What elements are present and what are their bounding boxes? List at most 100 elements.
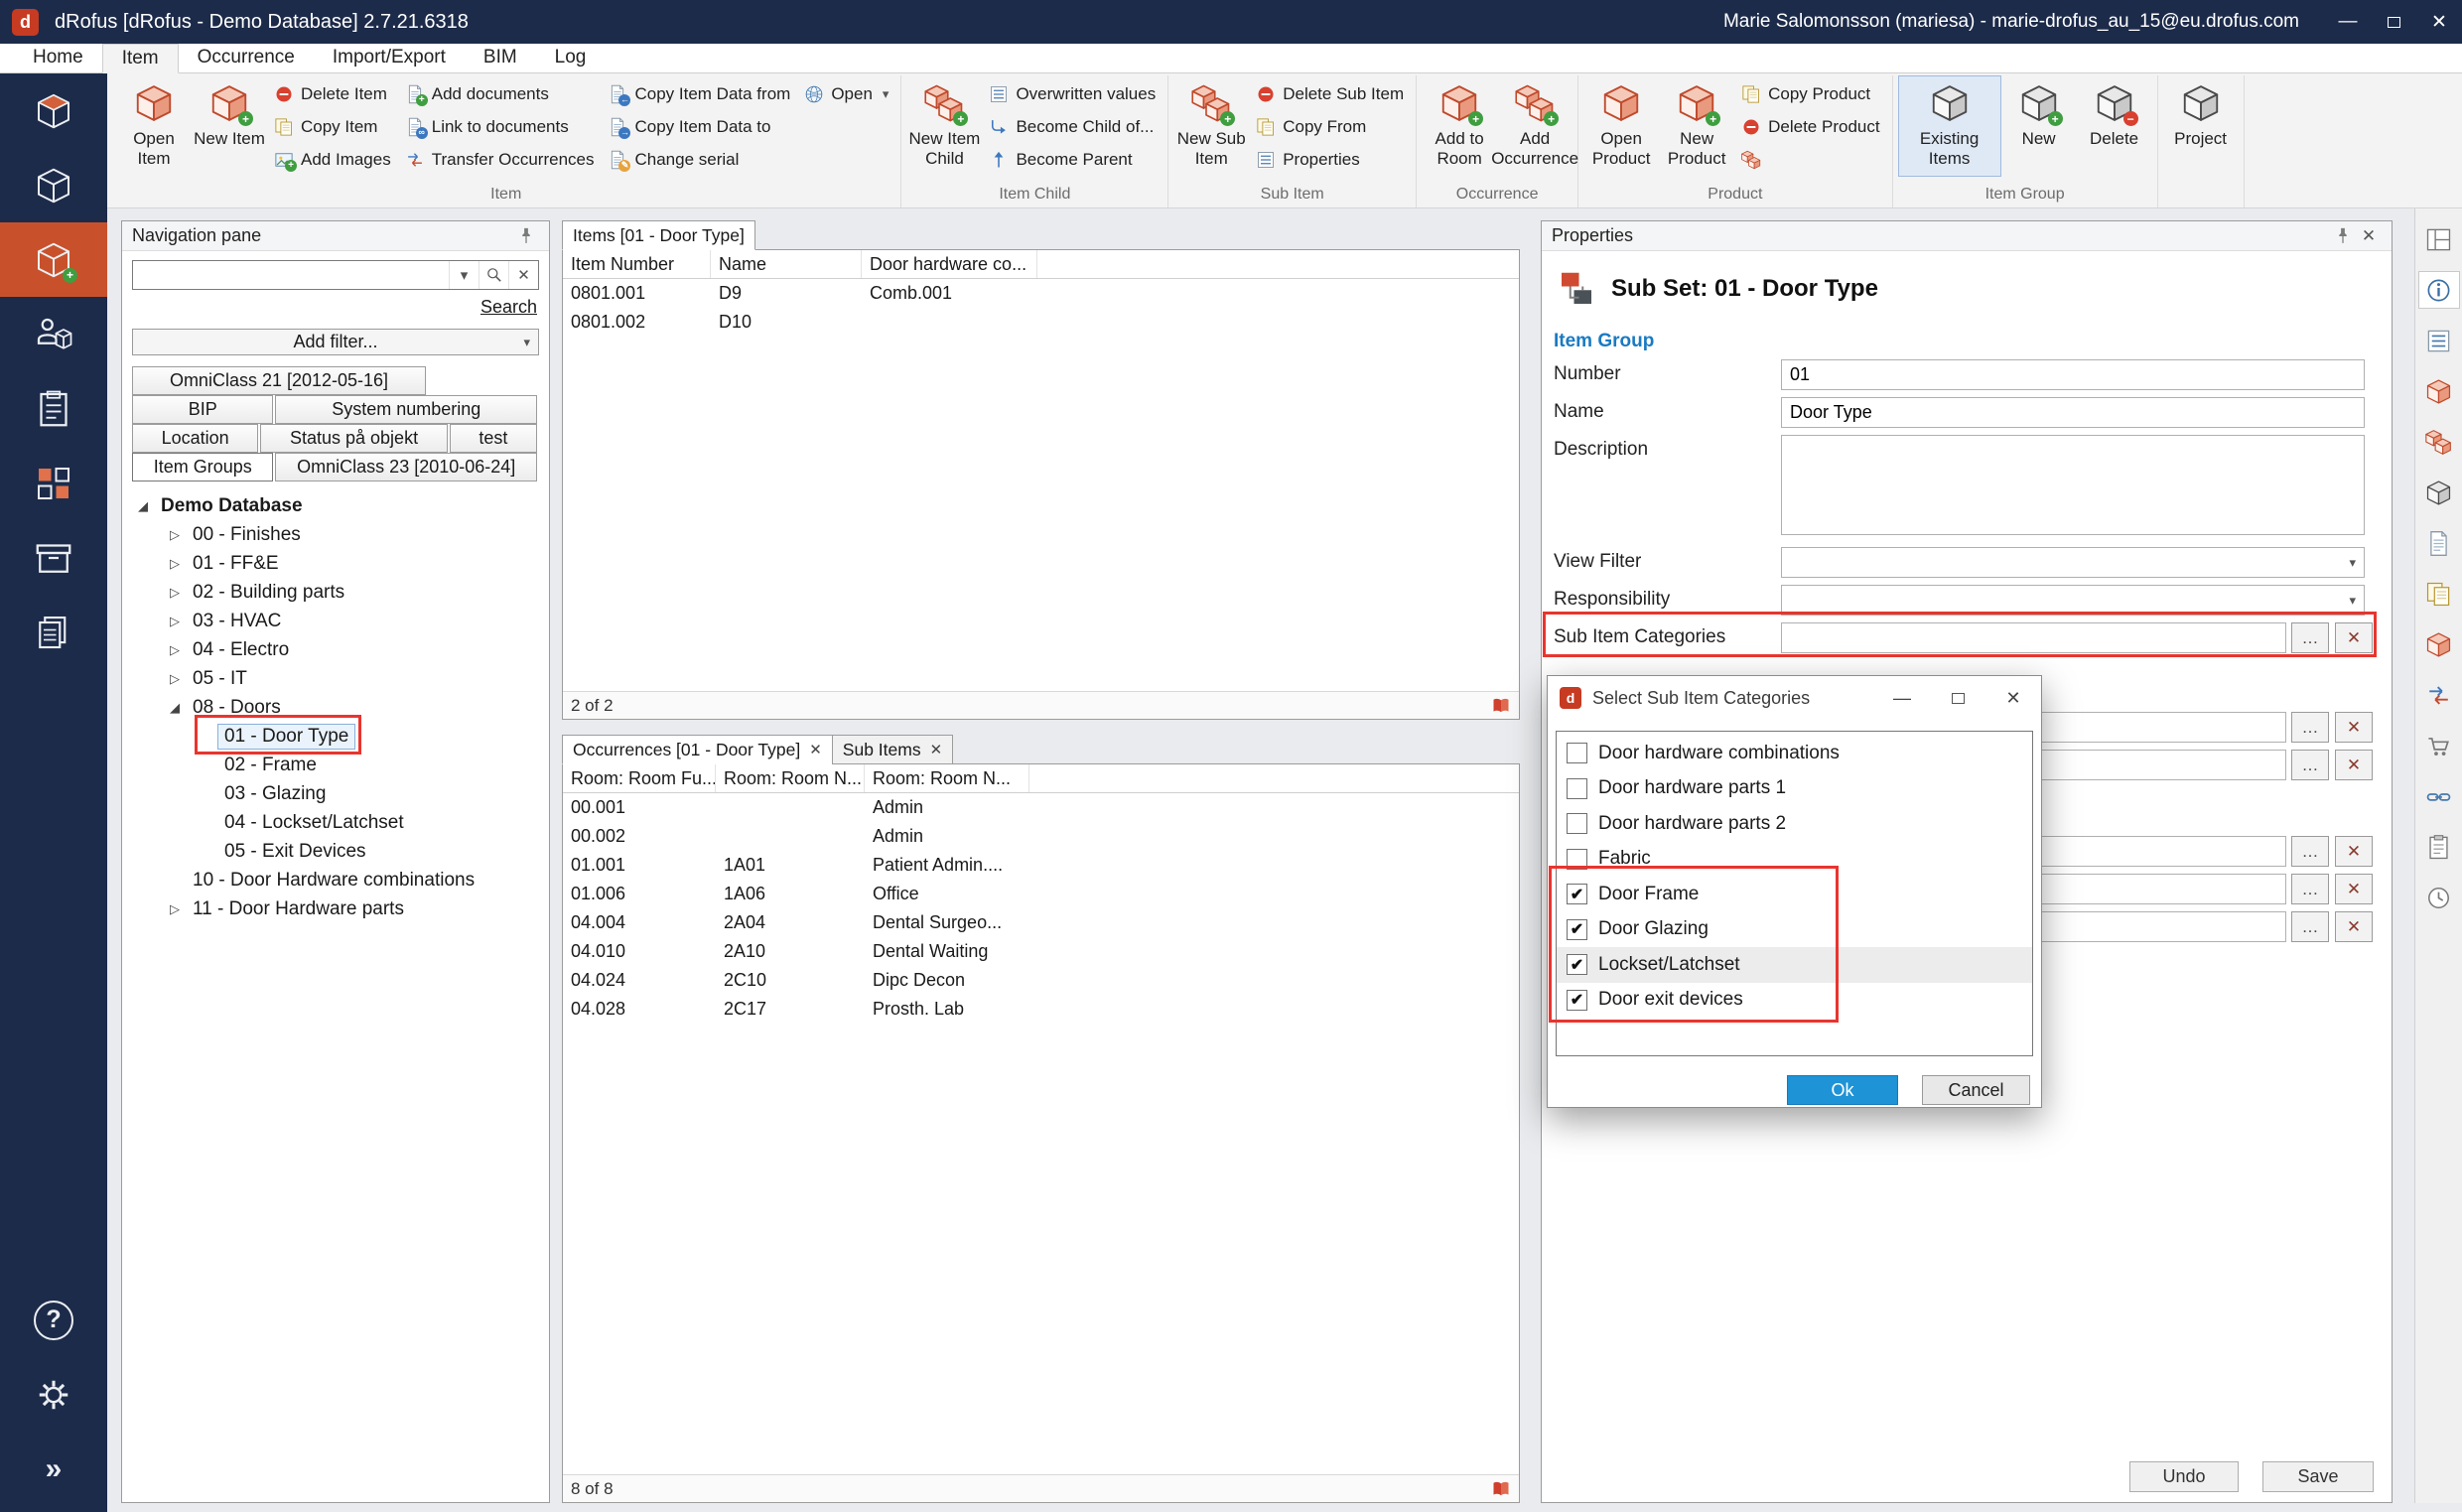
clear-button[interactable]: ✕: [2335, 911, 2373, 942]
strip-form-button[interactable]: [2418, 322, 2460, 359]
strip-sub-item-button[interactable]: [2418, 423, 2460, 461]
add-occurrence-button[interactable]: Add Occurrence: [1497, 75, 1573, 177]
category-option-door-glazing[interactable]: ✔Door Glazing: [1557, 912, 2032, 948]
expander-icon[interactable]: ◢: [164, 700, 186, 716]
open-item-button[interactable]: Open Item: [116, 75, 192, 177]
copy-item-data-from-button[interactable]: Copy Item Data from: [601, 77, 797, 110]
report-icon[interactable]: [1491, 696, 1511, 716]
link-to-documents-button[interactable]: Link to documents: [398, 110, 602, 143]
table-row[interactable]: 04.0102A10Dental Waiting: [563, 937, 1519, 966]
sub-item-categories-input[interactable]: [1781, 622, 2286, 653]
view-filter-select[interactable]: ▾: [1781, 547, 2365, 578]
strip-info-button[interactable]: [2418, 271, 2460, 309]
sidebar-module-reports-icon[interactable]: [0, 595, 107, 669]
strip-layout-button[interactable]: [2418, 220, 2460, 258]
table-row[interactable]: 00.001Admin: [563, 793, 1519, 822]
delete-sub-item-button[interactable]: Delete Sub Item: [1249, 77, 1411, 110]
expander-icon[interactable]: ▷: [164, 901, 186, 917]
existing-items-button[interactable]: Existing Items: [1898, 75, 2001, 177]
tree-item-04-electro[interactable]: ▷04 - Electro: [122, 635, 549, 664]
copy-product-button[interactable]: Copy Product: [1734, 77, 1886, 110]
new-product-button[interactable]: New Product: [1659, 75, 1734, 177]
category-option-door-hardware-parts-1[interactable]: Door hardware parts 1: [1557, 771, 2032, 807]
category-option-fabric[interactable]: Fabric: [1557, 842, 2032, 878]
checkbox[interactable]: [1567, 778, 1587, 799]
checkbox[interactable]: [1567, 849, 1587, 870]
tree-item-05-it[interactable]: ▷05 - IT: [122, 664, 549, 693]
category-option-door-exit-devices[interactable]: ✔Door exit devices: [1557, 983, 2032, 1019]
tree-item-02-building-parts[interactable]: ▷02 - Building parts: [122, 578, 549, 607]
filter-tab-status-p-objekt[interactable]: Status på objekt: [260, 424, 447, 453]
ellipsis-button[interactable]: …: [2291, 911, 2329, 942]
strip-cart-button[interactable]: [2418, 727, 2460, 764]
copy-from-button[interactable]: Copy From: [1249, 110, 1411, 143]
add-to-room-button[interactable]: Add to Room: [1422, 75, 1497, 177]
chevron-down-icon[interactable]: ▾: [449, 261, 479, 289]
column-header-item-number[interactable]: Item Number: [563, 250, 711, 278]
tab-occurrences-01-door-type[interactable]: Occurrences [01 - Door Type]✕: [562, 735, 833, 764]
filter-tab-item-groups[interactable]: Item Groups: [132, 453, 273, 481]
checkbox[interactable]: ✔: [1567, 919, 1587, 940]
clear-button[interactable]: ✕: [2335, 874, 2373, 904]
strip-product-button[interactable]: [2418, 474, 2460, 511]
menu-tab-home[interactable]: Home: [14, 43, 102, 72]
sidebar-module-items-icon[interactable]: [0, 222, 107, 297]
expander-icon[interactable]: ▷: [164, 614, 186, 629]
expander-icon[interactable]: ▷: [164, 642, 186, 658]
sidebar-module-documents-icon[interactable]: [0, 371, 107, 446]
table-row[interactable]: 04.0282C17Prosth. Lab: [563, 995, 1519, 1024]
category-option-door-frame[interactable]: ✔Door Frame: [1557, 877, 2032, 912]
strip-item-button[interactable]: [2418, 372, 2460, 410]
tree-item-03-hvac[interactable]: ▷03 - HVAC: [122, 607, 549, 635]
close-icon[interactable]: ✕: [2416, 0, 2462, 44]
table-row[interactable]: 04.0042A04Dental Surgeo...: [563, 908, 1519, 937]
maximize-icon[interactable]: [2371, 0, 2416, 44]
ellipsis-button[interactable]: …: [2291, 712, 2329, 743]
category-option-door-hardware-combinations[interactable]: Door hardware combinations: [1557, 736, 2032, 771]
tree-item-demo-database[interactable]: ◢Demo Database: [122, 491, 549, 520]
clear-button[interactable]: ✕: [2335, 712, 2373, 743]
expander-icon[interactable]: ◢: [132, 498, 154, 514]
strip-link-button[interactable]: [2418, 777, 2460, 815]
checkbox[interactable]: ✔: [1567, 884, 1587, 904]
category-option-door-hardware-parts-2[interactable]: Door hardware parts 2: [1557, 806, 2032, 842]
search-link[interactable]: Search: [480, 297, 537, 318]
strip-transfer-button[interactable]: [2418, 676, 2460, 714]
description-input[interactable]: [1781, 435, 2365, 535]
delete-product-button[interactable]: Delete Product: [1734, 110, 1886, 143]
sidebar-module-rooms-icon[interactable]: [0, 73, 107, 148]
menu-tab-bim[interactable]: BIM: [465, 43, 536, 72]
column-header-room-room-fu[interactable]: Room: Room Fu...: [563, 764, 716, 792]
report-icon[interactable]: [1491, 1479, 1511, 1499]
checkbox[interactable]: [1567, 743, 1587, 763]
new-item-child-button[interactable]: New Item Child: [906, 75, 982, 177]
table-row[interactable]: 01.0061A06Office: [563, 880, 1519, 908]
sidebar-settings-button[interactable]: [0, 1357, 107, 1432]
sidebar-module-equipment-icon[interactable]: [0, 148, 107, 222]
close-tab-icon[interactable]: ✕: [809, 741, 822, 758]
pin-icon[interactable]: [513, 223, 539, 249]
project-button[interactable]: Project: [2163, 75, 2239, 177]
tree-item-00-finishes[interactable]: ▷00 - Finishes: [122, 520, 549, 549]
clear-button[interactable]: ✕: [2335, 836, 2373, 867]
tab-sub-items[interactable]: Sub Items✕: [832, 735, 953, 764]
strip-occurrence-button[interactable]: [2418, 625, 2460, 663]
maximize-icon[interactable]: [1930, 676, 1985, 720]
open-product-button[interactable]: Open Product: [1583, 75, 1659, 177]
sidebar-collapse-sidebar-button[interactable]: »: [0, 1432, 107, 1506]
table-row[interactable]: 01.0011A01Patient Admin....: [563, 851, 1519, 880]
transfer-occurrences-button[interactable]: Transfer Occurrences: [398, 143, 602, 176]
change-serial-button[interactable]: Change serial: [601, 143, 797, 176]
tree-item-01-ff-e[interactable]: ▷01 - FF&E: [122, 549, 549, 578]
overwritten-values-button[interactable]: Overwritten values: [982, 77, 1163, 110]
menu-tab-log[interactable]: Log: [536, 43, 606, 72]
table-row[interactable]: 0801.001D9Comb.001: [563, 279, 1519, 308]
strip-copy-button[interactable]: [2418, 575, 2460, 613]
sidebar-module-packages-icon[interactable]: [0, 520, 107, 595]
clear-button[interactable]: ✕: [2335, 750, 2373, 780]
table-row[interactable]: 04.0242C10Dipc Decon: [563, 966, 1519, 995]
tab-items[interactable]: Items [01 - Door Type]: [562, 220, 755, 250]
tree-item-04-lockset-latchset[interactable]: 04 - Lockset/Latchset: [122, 808, 549, 837]
filter-tab-omniclass-21-2012-05-16[interactable]: OmniClass 21 [2012-05-16]: [132, 366, 426, 395]
save-button[interactable]: Save: [2262, 1461, 2374, 1492]
